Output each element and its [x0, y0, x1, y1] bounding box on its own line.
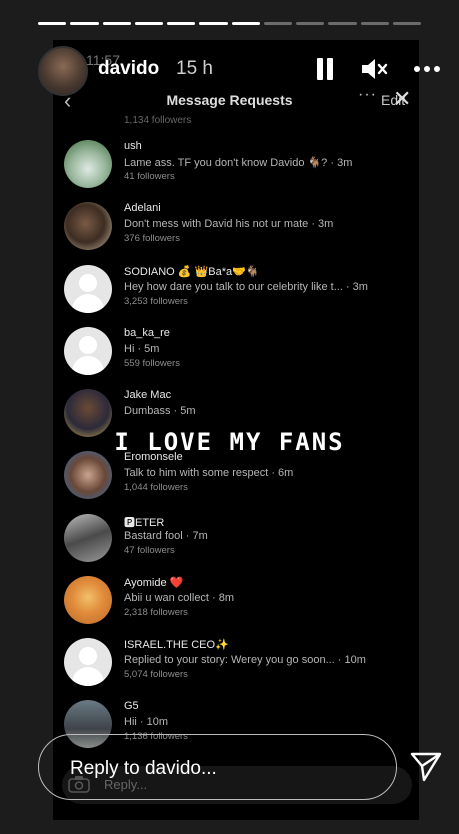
request-message: Don't mess with David his not ur mate · …: [124, 218, 334, 230]
request-row: ush Lame ass. TF you don't know Davido 🐐…: [64, 140, 409, 196]
avatar: [64, 638, 112, 686]
request-message: Bastard fool · 7m: [124, 530, 208, 542]
request-followers: 41 followers: [124, 171, 175, 182]
reply-placeholder: Reply to davido...: [70, 758, 217, 779]
progress-segment: [328, 22, 357, 25]
request-followers: 559 followers: [124, 358, 180, 369]
avatar: [64, 202, 112, 250]
request-followers: 376 followers: [124, 233, 180, 244]
request-name: 🅿ETER: [124, 517, 165, 529]
request-message: Dumbass · 5m: [124, 405, 196, 417]
dm-more-icon: ···: [358, 86, 377, 103]
request-row: ba_ka_re Hi · 5m 559 followers: [64, 327, 409, 383]
request-followers: 2,318 followers: [124, 607, 188, 618]
request-name: ba_ka_re: [124, 327, 170, 339]
request-name: G5: [124, 700, 139, 712]
story-username[interactable]: davido: [98, 58, 159, 80]
avatar: [64, 576, 112, 624]
progress-segment: [167, 22, 196, 25]
progress-segment: [360, 22, 389, 25]
avatar: [64, 265, 112, 313]
progress-segment: [199, 22, 228, 25]
avatar[interactable]: [38, 46, 88, 96]
request-followers: 1,044 followers: [124, 482, 188, 493]
request-name: SODIANO 💰 👑Ba*a🤝🐐: [124, 266, 260, 278]
progress-segment: [70, 22, 99, 25]
request-name: ush: [124, 140, 142, 152]
request-message: Lame ass. TF you don't know Davido 🐐? · …: [124, 157, 353, 169]
request-followers: 5,074 followers: [124, 669, 188, 680]
request-message: Hi · 5m: [124, 343, 160, 355]
partial-row-followers: 1,134 followers: [124, 115, 192, 126]
progress-segment: [296, 22, 325, 25]
progress-segment: [134, 22, 163, 25]
more-options-icon[interactable]: [414, 66, 440, 72]
request-name: ISRAEL.THE CEO✨: [124, 639, 229, 651]
request-name: Adelani: [124, 202, 161, 214]
request-name: Ayomide ❤️: [124, 577, 184, 589]
avatar: [64, 327, 112, 375]
send-icon[interactable]: [408, 748, 444, 784]
request-row: Ayomide ❤️ Abii u wan collect · 8m 2,318…: [64, 576, 409, 632]
avatar: [64, 451, 112, 499]
request-row: SODIANO 💰 👑Ba*a🤝🐐 Hey how dare you talk …: [64, 265, 409, 321]
request-name: Jake Mac: [124, 389, 172, 401]
request-message: Abii u wan collect · 8m: [124, 592, 235, 604]
progress-segment: [231, 22, 260, 25]
pause-icon[interactable]: [315, 58, 335, 80]
request-row: Eromonsele Talk to him with some respect…: [64, 451, 409, 507]
progress-segment: [102, 22, 131, 25]
story-caption: I LOVE MY FANS: [114, 428, 345, 456]
request-row: Adelani Don't mess with David his not ur…: [64, 202, 409, 258]
story-viewer: 11:57 ‹ Message Requests ··· Edit ✕ 1,13…: [0, 0, 459, 834]
muted-speaker-icon[interactable]: [360, 56, 388, 82]
request-message: Hii · 10m: [124, 716, 169, 728]
request-followers: 3,253 followers: [124, 296, 188, 307]
progress-segment: [263, 22, 292, 25]
request-row: 🅿ETER Bastard fool · 7m 47 followers: [64, 514, 409, 570]
avatar: [64, 514, 112, 562]
request-row: ISRAEL.THE CEO✨ Replied to your story: W…: [64, 638, 409, 694]
progress-segment: [38, 22, 67, 25]
request-followers: 47 followers: [124, 545, 175, 556]
story-timestamp: 15 h: [176, 58, 213, 79]
request-message: Talk to him with some respect · 6m: [124, 467, 294, 479]
request-message: Hey how dare you talk to our celebrity l…: [124, 281, 368, 293]
progress-segment: [392, 22, 421, 25]
avatar: [64, 140, 112, 188]
request-message: Replied to your story: Werey you go soon…: [124, 654, 366, 666]
story-progress: [38, 22, 421, 25]
close-icon[interactable]: ✕: [393, 86, 411, 112]
